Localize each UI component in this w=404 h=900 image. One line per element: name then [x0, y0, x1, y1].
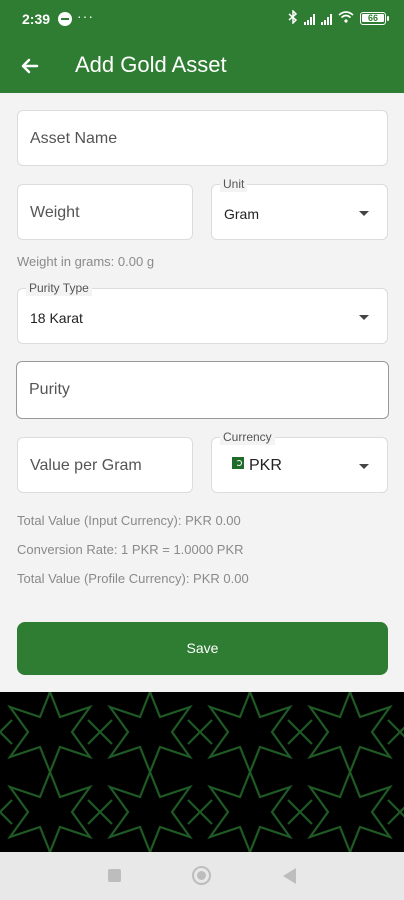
- battery-level: 66: [362, 14, 384, 23]
- circle-icon[interactable]: [192, 866, 211, 885]
- value-per-gram-field[interactable]: Value per Gram: [17, 437, 193, 493]
- currency-dropdown[interactable]: Currency PKR: [211, 429, 388, 493]
- purity-placeholder: Purity: [29, 381, 70, 398]
- triangle-back-icon[interactable]: [283, 868, 296, 884]
- asset-name-field[interactable]: Asset Name: [17, 110, 388, 166]
- back-arrow-icon[interactable]: [16, 52, 44, 80]
- purity-field[interactable]: Purity: [16, 361, 389, 419]
- unit-label: Unit: [220, 176, 248, 192]
- unit-dropdown[interactable]: Unit Gram: [211, 176, 388, 240]
- bluetooth-icon: [288, 9, 298, 27]
- dropdown-caret-icon: [359, 211, 369, 216]
- pakistan-flag-icon: [228, 457, 244, 469]
- value-per-gram-placeholder: Value per Gram: [30, 457, 142, 474]
- signal-icon-2: [321, 13, 332, 25]
- weight-hint: Weight in grams: 0.00 g: [17, 254, 155, 269]
- status-icons: 66: [288, 9, 389, 27]
- status-bar: 2:39 ··· 66: [0, 0, 404, 40]
- app-bar: Add Gold Asset: [0, 40, 404, 93]
- conversion-rate: Conversion Rate: 1 PKR = 1.0000 PKR: [17, 542, 244, 557]
- purity-type-dropdown[interactable]: Purity Type 18 Karat: [17, 280, 388, 344]
- decorative-pattern: [0, 692, 404, 852]
- total-input-currency: Total Value (Input Currency): PKR 0.00: [17, 513, 241, 528]
- weight-field[interactable]: Weight: [17, 184, 193, 240]
- save-button[interactable]: Save: [17, 622, 388, 675]
- dropdown-caret-icon: [359, 464, 369, 469]
- square-icon[interactable]: [108, 869, 121, 882]
- wifi-icon: [338, 11, 354, 26]
- currency-value: PKR: [249, 457, 282, 474]
- dropdown-caret-icon: [359, 315, 369, 320]
- status-time: 2:39: [22, 11, 51, 27]
- asset-name-placeholder: Asset Name: [30, 130, 118, 147]
- purity-type-value: 18 Karat: [30, 310, 83, 326]
- page-title: Add Gold Asset: [75, 52, 227, 77]
- weight-placeholder: Weight: [30, 204, 80, 221]
- signal-icon-1: [304, 13, 315, 25]
- dnd-icon: [58, 12, 72, 26]
- unit-value: Gram: [224, 206, 259, 222]
- battery-icon: 66: [360, 12, 389, 25]
- purity-type-label: Purity Type: [26, 280, 92, 296]
- currency-label: Currency: [220, 429, 275, 445]
- total-profile-currency: Total Value (Profile Currency): PKR 0.00: [17, 571, 249, 586]
- more-notifications-icon: ···: [77, 8, 94, 24]
- system-nav-bar: [0, 852, 404, 900]
